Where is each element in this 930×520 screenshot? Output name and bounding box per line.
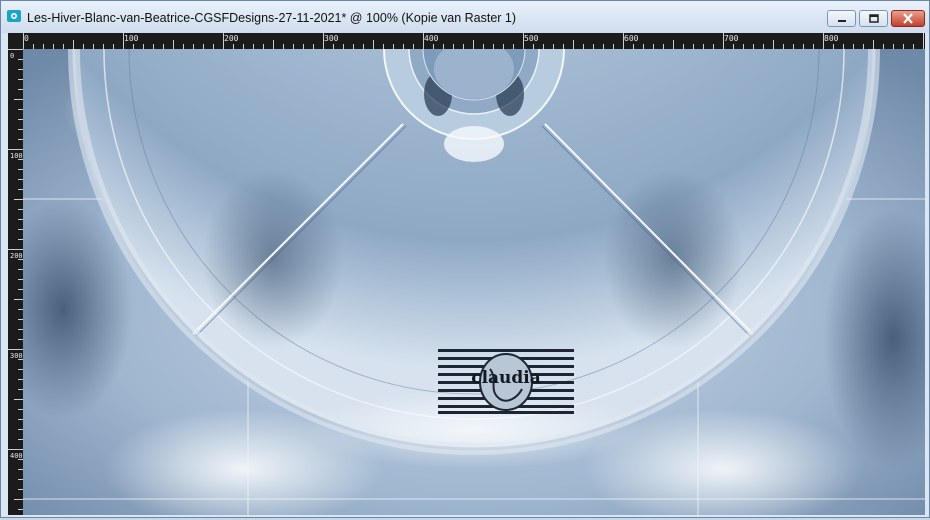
vertical-ruler[interactable]: 0 100 200 300 400 [8,49,23,515]
ruler-label-v400: 400 [10,452,23,460]
ruler-label-700: 700 [724,34,739,43]
maximize-button[interactable] [859,10,888,27]
title-bar[interactable]: Les-Hiver-Blanc-van-Beatrice-CGSFDesigns… [1,1,929,33]
minimize-icon [837,19,846,22]
vertical-ruler-ticks: 0 100 200 300 400 [8,49,23,510]
close-icon [903,13,913,24]
ruler-label-200: 200 [224,34,239,43]
maximize-icon [868,13,879,23]
ruler-label-400: 400 [424,34,439,43]
ruler-label-100: 100 [124,34,139,43]
app-icon [7,10,21,22]
ruler-label-0: 0 [24,34,29,43]
ruler-label-v0: 0 [10,52,14,60]
minimize-button[interactable] [827,10,856,27]
image-canvas[interactable]: claudia [23,49,925,515]
ruler-label-500: 500 [524,34,539,43]
ruler-label-v200: 200 [10,252,23,260]
horizontal-ruler-ticks [23,33,924,49]
ruler-label-v100: 100 [10,152,23,160]
canvas-artwork [23,49,925,515]
ruler-corner [8,33,24,49]
ruler-label-600: 600 [624,34,639,43]
ruler-label-800: 800 [824,34,839,43]
close-button[interactable] [891,10,925,27]
watermark-text: claudia [471,368,541,388]
app-window: Les-Hiver-Blanc-van-Beatrice-CGSFDesigns… [0,0,930,518]
watermark-logo: claudia [438,349,574,414]
ruler-label-v300: 300 [10,352,23,360]
ruler-label-300: 300 [324,34,339,43]
window-title: Les-Hiver-Blanc-van-Beatrice-CGSFDesigns… [27,11,517,25]
horizontal-ruler[interactable]: 0 100 200 300 400 500 600 700 800 [23,33,925,49]
